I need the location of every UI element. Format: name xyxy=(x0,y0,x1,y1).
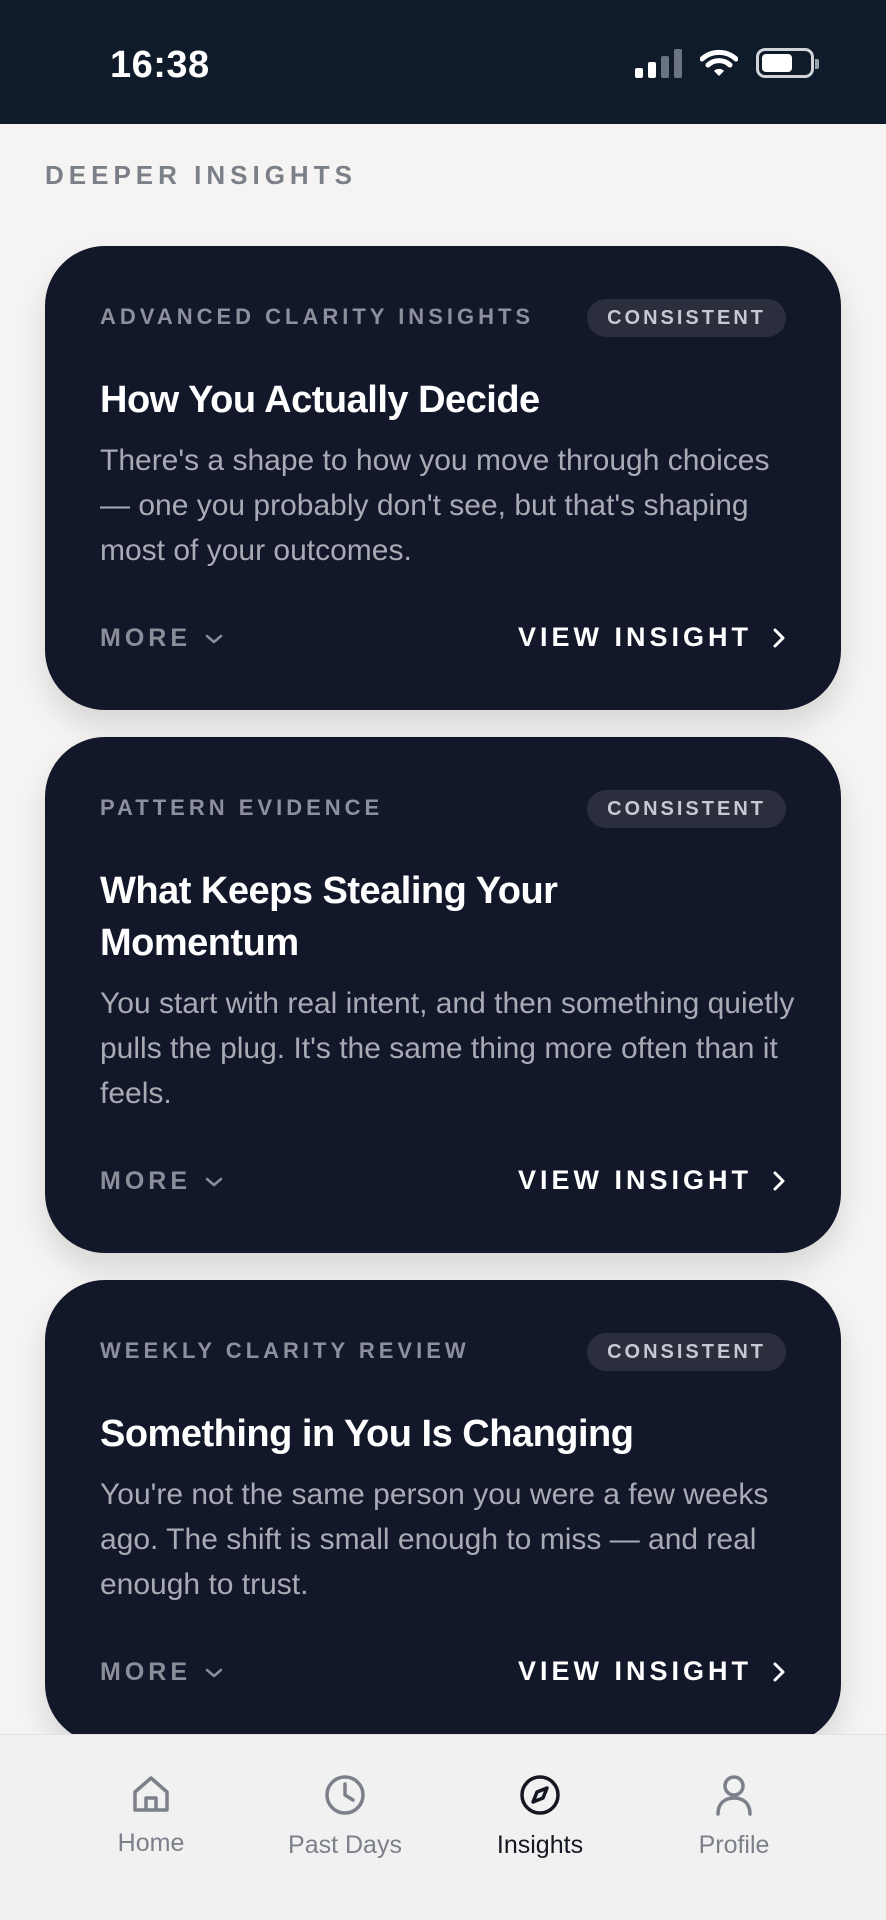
insight-card[interactable]: ADVANCED CLARITY INSIGHTS CONSISTENT How… xyxy=(45,246,841,710)
chevron-right-icon xyxy=(773,1662,785,1681)
card-eyebrow: WEEKLY CLARITY REVIEW xyxy=(100,1338,470,1363)
status-time: 16:38 xyxy=(110,44,210,86)
chevron-down-icon xyxy=(205,634,223,643)
clock-icon xyxy=(325,1775,365,1815)
status-icons xyxy=(635,48,819,78)
more-label: MORE xyxy=(100,1167,191,1195)
tab-profile[interactable]: Profile xyxy=(644,1773,824,1860)
wifi-icon xyxy=(700,49,738,76)
more-button[interactable]: MORE xyxy=(100,624,223,653)
card-title: How You Actually Decide xyxy=(100,379,540,421)
view-insight-label: VIEW INSIGHT xyxy=(517,1656,752,1686)
section-label: DEEPER INSIGHTS xyxy=(45,160,357,190)
battery-icon xyxy=(756,48,819,78)
status-badge: CONSISTENT xyxy=(587,299,786,337)
compass-icon xyxy=(520,1775,560,1815)
tab-bar: Home Past Days Insights Profile xyxy=(0,1734,886,1920)
tab-past-days[interactable]: Past Days xyxy=(255,1773,435,1860)
tab-label: Insights xyxy=(496,1831,584,1859)
tab-label: Past Days xyxy=(288,1831,402,1859)
person-icon xyxy=(716,1775,752,1816)
tab-home[interactable]: Home xyxy=(61,1773,241,1858)
status-badge: CONSISTENT xyxy=(587,1333,786,1371)
view-insight-button[interactable]: VIEW INSIGHT xyxy=(518,1165,786,1196)
insight-card[interactable]: WEEKLY CLARITY REVIEW CONSISTENT Somethi… xyxy=(45,1280,841,1744)
tab-insights[interactable]: Insights xyxy=(450,1773,630,1860)
chevron-right-icon xyxy=(773,1171,785,1190)
tab-label: Home xyxy=(117,1829,185,1857)
more-button[interactable]: MORE xyxy=(100,1658,223,1687)
status-badge: CONSISTENT xyxy=(587,790,786,828)
cellular-signal-icon xyxy=(635,48,682,78)
view-insight-button[interactable]: VIEW INSIGHT xyxy=(518,1656,786,1687)
chevron-down-icon xyxy=(205,1668,223,1677)
view-insight-label: VIEW INSIGHT xyxy=(517,1165,752,1195)
view-insight-label: VIEW INSIGHT xyxy=(517,622,752,652)
tab-label: Profile xyxy=(698,1831,770,1859)
card-title: Something in You Is Changing xyxy=(100,1413,634,1455)
status-bar: 16:38 xyxy=(0,0,886,124)
card-description: There's a shape to how you move through … xyxy=(100,444,770,567)
card-description: You start with real intent, and then som… xyxy=(100,987,795,1110)
insight-card[interactable]: PATTERN EVIDENCE CONSISTENT What Keeps S… xyxy=(45,737,841,1253)
card-eyebrow: PATTERN EVIDENCE xyxy=(100,795,384,820)
card-eyebrow: ADVANCED CLARITY INSIGHTS xyxy=(100,304,535,329)
chevron-down-icon xyxy=(205,1177,223,1186)
more-label: MORE xyxy=(100,624,191,652)
more-label: MORE xyxy=(100,1658,191,1686)
card-title: What Keeps Stealing Your Momentum xyxy=(100,870,558,964)
view-insight-button[interactable]: VIEW INSIGHT xyxy=(518,622,786,653)
card-description: You're not the same person you were a fe… xyxy=(100,1478,769,1601)
home-icon xyxy=(133,1776,169,1812)
more-button[interactable]: MORE xyxy=(100,1167,223,1196)
chevron-right-icon xyxy=(773,628,785,647)
